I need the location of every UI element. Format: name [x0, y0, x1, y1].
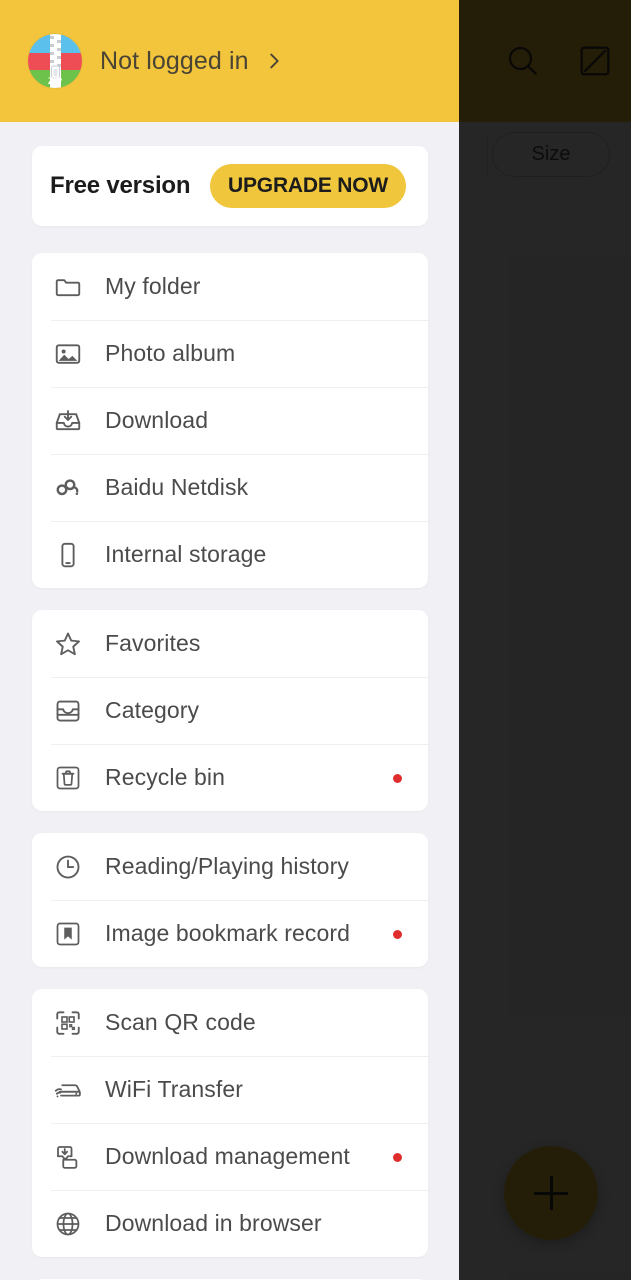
menu-group-storage: My folder Photo album Download Baidu Net…: [32, 253, 428, 588]
clock-icon: [51, 850, 85, 884]
phone-icon: [51, 538, 85, 572]
free-version-card: Free version UPGRADE NOW: [32, 146, 428, 226]
status-badge: [393, 773, 402, 783]
menu-item-label: Download in browser: [105, 1210, 322, 1236]
screen: Size: [0, 0, 631, 1280]
globe-icon: [51, 1207, 85, 1241]
menu-item-label: Photo album: [105, 340, 236, 366]
menu-item-label: Download: [105, 407, 209, 433]
baidu-netdisk-icon: [51, 471, 85, 505]
menu-item-reading-playing-history[interactable]: Reading/Playing history: [32, 833, 428, 900]
menu-item-favorites[interactable]: Favorites: [32, 610, 428, 677]
status-badge: [393, 1152, 402, 1162]
chevron-right-icon[interactable]: [263, 50, 285, 72]
menu-group-library: Favorites Category Recycle bin: [32, 610, 428, 811]
menu-item-label: Recycle bin: [105, 764, 225, 790]
drawer-scroll-area[interactable]: Free version UPGRADE NOW My folder Photo…: [0, 122, 459, 1280]
menu-item-my-folder[interactable]: My folder: [32, 253, 428, 320]
menu-group-history: Reading/Playing history Image bookmark r…: [32, 833, 428, 967]
wifi-transfer-icon: [51, 1073, 85, 1107]
menu-item-image-bookmark-record[interactable]: Image bookmark record: [32, 900, 428, 967]
bookmark-icon: [51, 917, 85, 951]
menu-item-label: Internal storage: [105, 541, 267, 567]
account-status-label: Not logged in: [100, 46, 249, 75]
menu-item-label: Scan QR code: [105, 1009, 256, 1035]
upgrade-now-button[interactable]: UPGRADE NOW: [210, 164, 406, 208]
menu-item-scan-qr-code[interactable]: Scan QR code: [32, 989, 428, 1056]
menu-item-download-in-browser[interactable]: Download in browser: [32, 1190, 428, 1257]
menu-item-label: Image bookmark record: [105, 920, 350, 946]
menu-item-wifi-transfer[interactable]: WiFi Transfer: [32, 1056, 428, 1123]
menu-item-label: My folder: [105, 273, 201, 299]
drawer-header-account[interactable]: ZIP Not logged in: [0, 0, 459, 122]
download-inbox-icon: [51, 404, 85, 438]
trash-icon: [51, 761, 85, 795]
menu-item-label: Reading/Playing history: [105, 853, 349, 879]
category-drawer-icon: [51, 694, 85, 728]
menu-item-internal-storage[interactable]: Internal storage: [32, 521, 428, 588]
free-version-label: Free version: [50, 172, 191, 199]
status-badge: [393, 929, 402, 939]
navigation-drawer: ZIP Not logged in Free version UPGRADE N…: [0, 0, 459, 1280]
qr-scan-icon: [51, 1006, 85, 1040]
menu-item-label: Download management: [105, 1143, 350, 1169]
menu-item-label: Favorites: [105, 630, 201, 656]
menu-group-tools: Scan QR code WiFi Transfer Download mana…: [32, 989, 428, 1257]
menu-item-label: WiFi Transfer: [105, 1076, 244, 1102]
menu-item-recycle-bin[interactable]: Recycle bin: [32, 744, 428, 811]
zip-app-avatar[interactable]: ZIP: [28, 34, 82, 88]
menu-item-download-management[interactable]: Download management: [32, 1123, 428, 1190]
svg-text:ZIP: ZIP: [48, 76, 62, 86]
menu-item-photo-album[interactable]: Photo album: [32, 320, 428, 387]
folder-icon: [51, 270, 85, 304]
menu-item-label: Baidu Netdisk: [105, 474, 249, 500]
photo-icon: [51, 337, 85, 371]
download-manage-icon: [51, 1140, 85, 1174]
menu-item-baidu-netdisk[interactable]: Baidu Netdisk: [32, 454, 428, 521]
menu-item-category[interactable]: Category: [32, 677, 428, 744]
menu-item-label: Category: [105, 697, 200, 723]
star-icon: [51, 627, 85, 661]
menu-item-download[interactable]: Download: [32, 387, 428, 454]
